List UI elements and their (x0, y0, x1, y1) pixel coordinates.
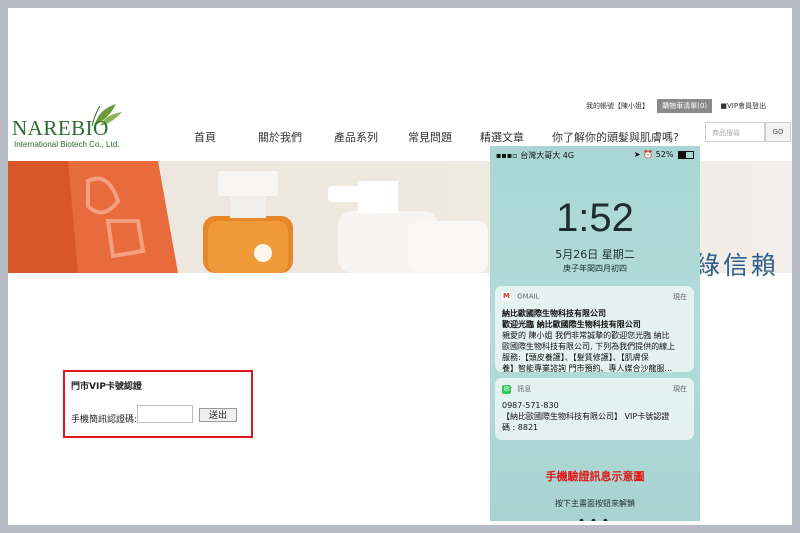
lock-date: 5月26日 星期二 (555, 248, 635, 261)
notification-time: 現在 (673, 385, 687, 393)
cart-button[interactable]: 購物車清單(0) (657, 99, 713, 113)
nav-item-articles[interactable]: 精選文章 (480, 129, 524, 145)
location-icon: ➤ (633, 150, 641, 159)
notification-text-line: 親愛的 陳小姐 我們非常誠摯的歡迎您光臨 納比 (502, 331, 670, 340)
gmail-icon: M (502, 292, 511, 301)
submit-button[interactable]: 送出 (199, 408, 237, 422)
lunar-date: 庚子年閏四月初四 (563, 264, 627, 273)
account-link[interactable]: 我的帳號【陳小姐】 (586, 101, 649, 111)
vip-form-title: 門市VIP卡號認證 (71, 382, 142, 392)
sms-sender-number: 0987-571-830 (502, 401, 559, 410)
network-type: 4G (562, 151, 575, 160)
sms-code-input[interactable] (137, 405, 193, 423)
nav-item-about[interactable]: 關於我們 (258, 129, 302, 145)
notification-text-line: 服務:【頭皮養護】、【髮質修護】、【肌膚保 (502, 353, 649, 362)
nav-item-home[interactable]: 首頁 (194, 129, 216, 145)
nav-item-quiz[interactable]: 你了解你的頭髮與肌膚嗎? (552, 129, 679, 145)
brand-logo[interactable]: NAREBIO International Biotech Co., Ltd. (12, 104, 132, 154)
sms-code-label: 手機簡訊認證碼: (71, 415, 138, 425)
signal-icon: ▪▪▪▫ (496, 151, 518, 160)
banner-slogan: 綠信賴 (695, 251, 780, 280)
sms-notification[interactable]: ✉ 訊息 現在 0987-571-830 【納比歐國際生物科技有限公司】 VIP… (495, 378, 694, 440)
vip-verification-form: 門市VIP卡號認證 手機簡訊認證碼: 送出 (63, 370, 253, 438)
notification-time: 現在 (673, 293, 687, 301)
notification-text-line: 養】智能專業諮詢 門市預約、專人媒合沙龍服... (502, 364, 673, 373)
page: NAREBIO International Biotech Co., Ltd. … (8, 8, 792, 525)
notification-sender: 納比歐國際生物科技有限公司 (502, 309, 606, 318)
messages-icon: ✉ (502, 384, 511, 394)
page-dots: ● ● ● (579, 518, 611, 521)
nav-item-faq[interactable]: 常見問題 (408, 129, 452, 145)
notification-subject: 歡迎光臨 納比歐國際生物科技有限公司 (502, 320, 641, 329)
demo-caption: 手機驗證訊息示意圖 (545, 470, 645, 483)
lock-time: 1:52 (556, 196, 634, 240)
notification-app-name: GMAIL (517, 292, 540, 301)
search-button[interactable]: GO (765, 122, 791, 142)
notification-app-name: 訊息 (517, 385, 532, 393)
notification-text-line: 碼 : 8821 (502, 423, 539, 432)
brand-subtitle: International Biotech Co., Ltd. (14, 140, 120, 149)
notification-text-line: 【納比歐國際生物科技有限公司】 VIP卡號認證 (502, 412, 670, 421)
carrier-name: 台灣大哥大 (520, 151, 561, 160)
alarm-icon: ⏰ (643, 150, 654, 159)
search-input[interactable]: 商品搜尋 (705, 122, 765, 142)
phone-lockscreen-image: ▪▪▪▫ 台灣大哥大 4G ➤ ⏰ 52% 1:52 5月26日 星期二 庚子年… (490, 146, 700, 521)
vip-logout-link[interactable]: ■VIP會員登出 (720, 101, 766, 111)
nav-item-products[interactable]: 產品系列 (334, 129, 378, 145)
phone-status-bar: ▪▪▪▫ 台灣大哥大 4G ➤ ⏰ 52% (490, 150, 700, 164)
unlock-hint: 按下主畫面按鈕來解鎖 (555, 499, 635, 508)
notification-text-line: 歐國際生物科技有限公司, 下列為我們提供的線上 (502, 342, 676, 351)
battery-percent: 52% (655, 150, 674, 159)
brand-name: NAREBIO (12, 116, 109, 140)
gmail-notification[interactable]: M GMAIL 現在 納比歐國際生物科技有限公司 歡迎光臨 納比歐國際生物科技有… (495, 286, 694, 373)
battery-icon (678, 150, 694, 159)
top-bar: 我的帳號【陳小姐】 購物車清單(0) ■VIP會員登出 (586, 99, 766, 113)
